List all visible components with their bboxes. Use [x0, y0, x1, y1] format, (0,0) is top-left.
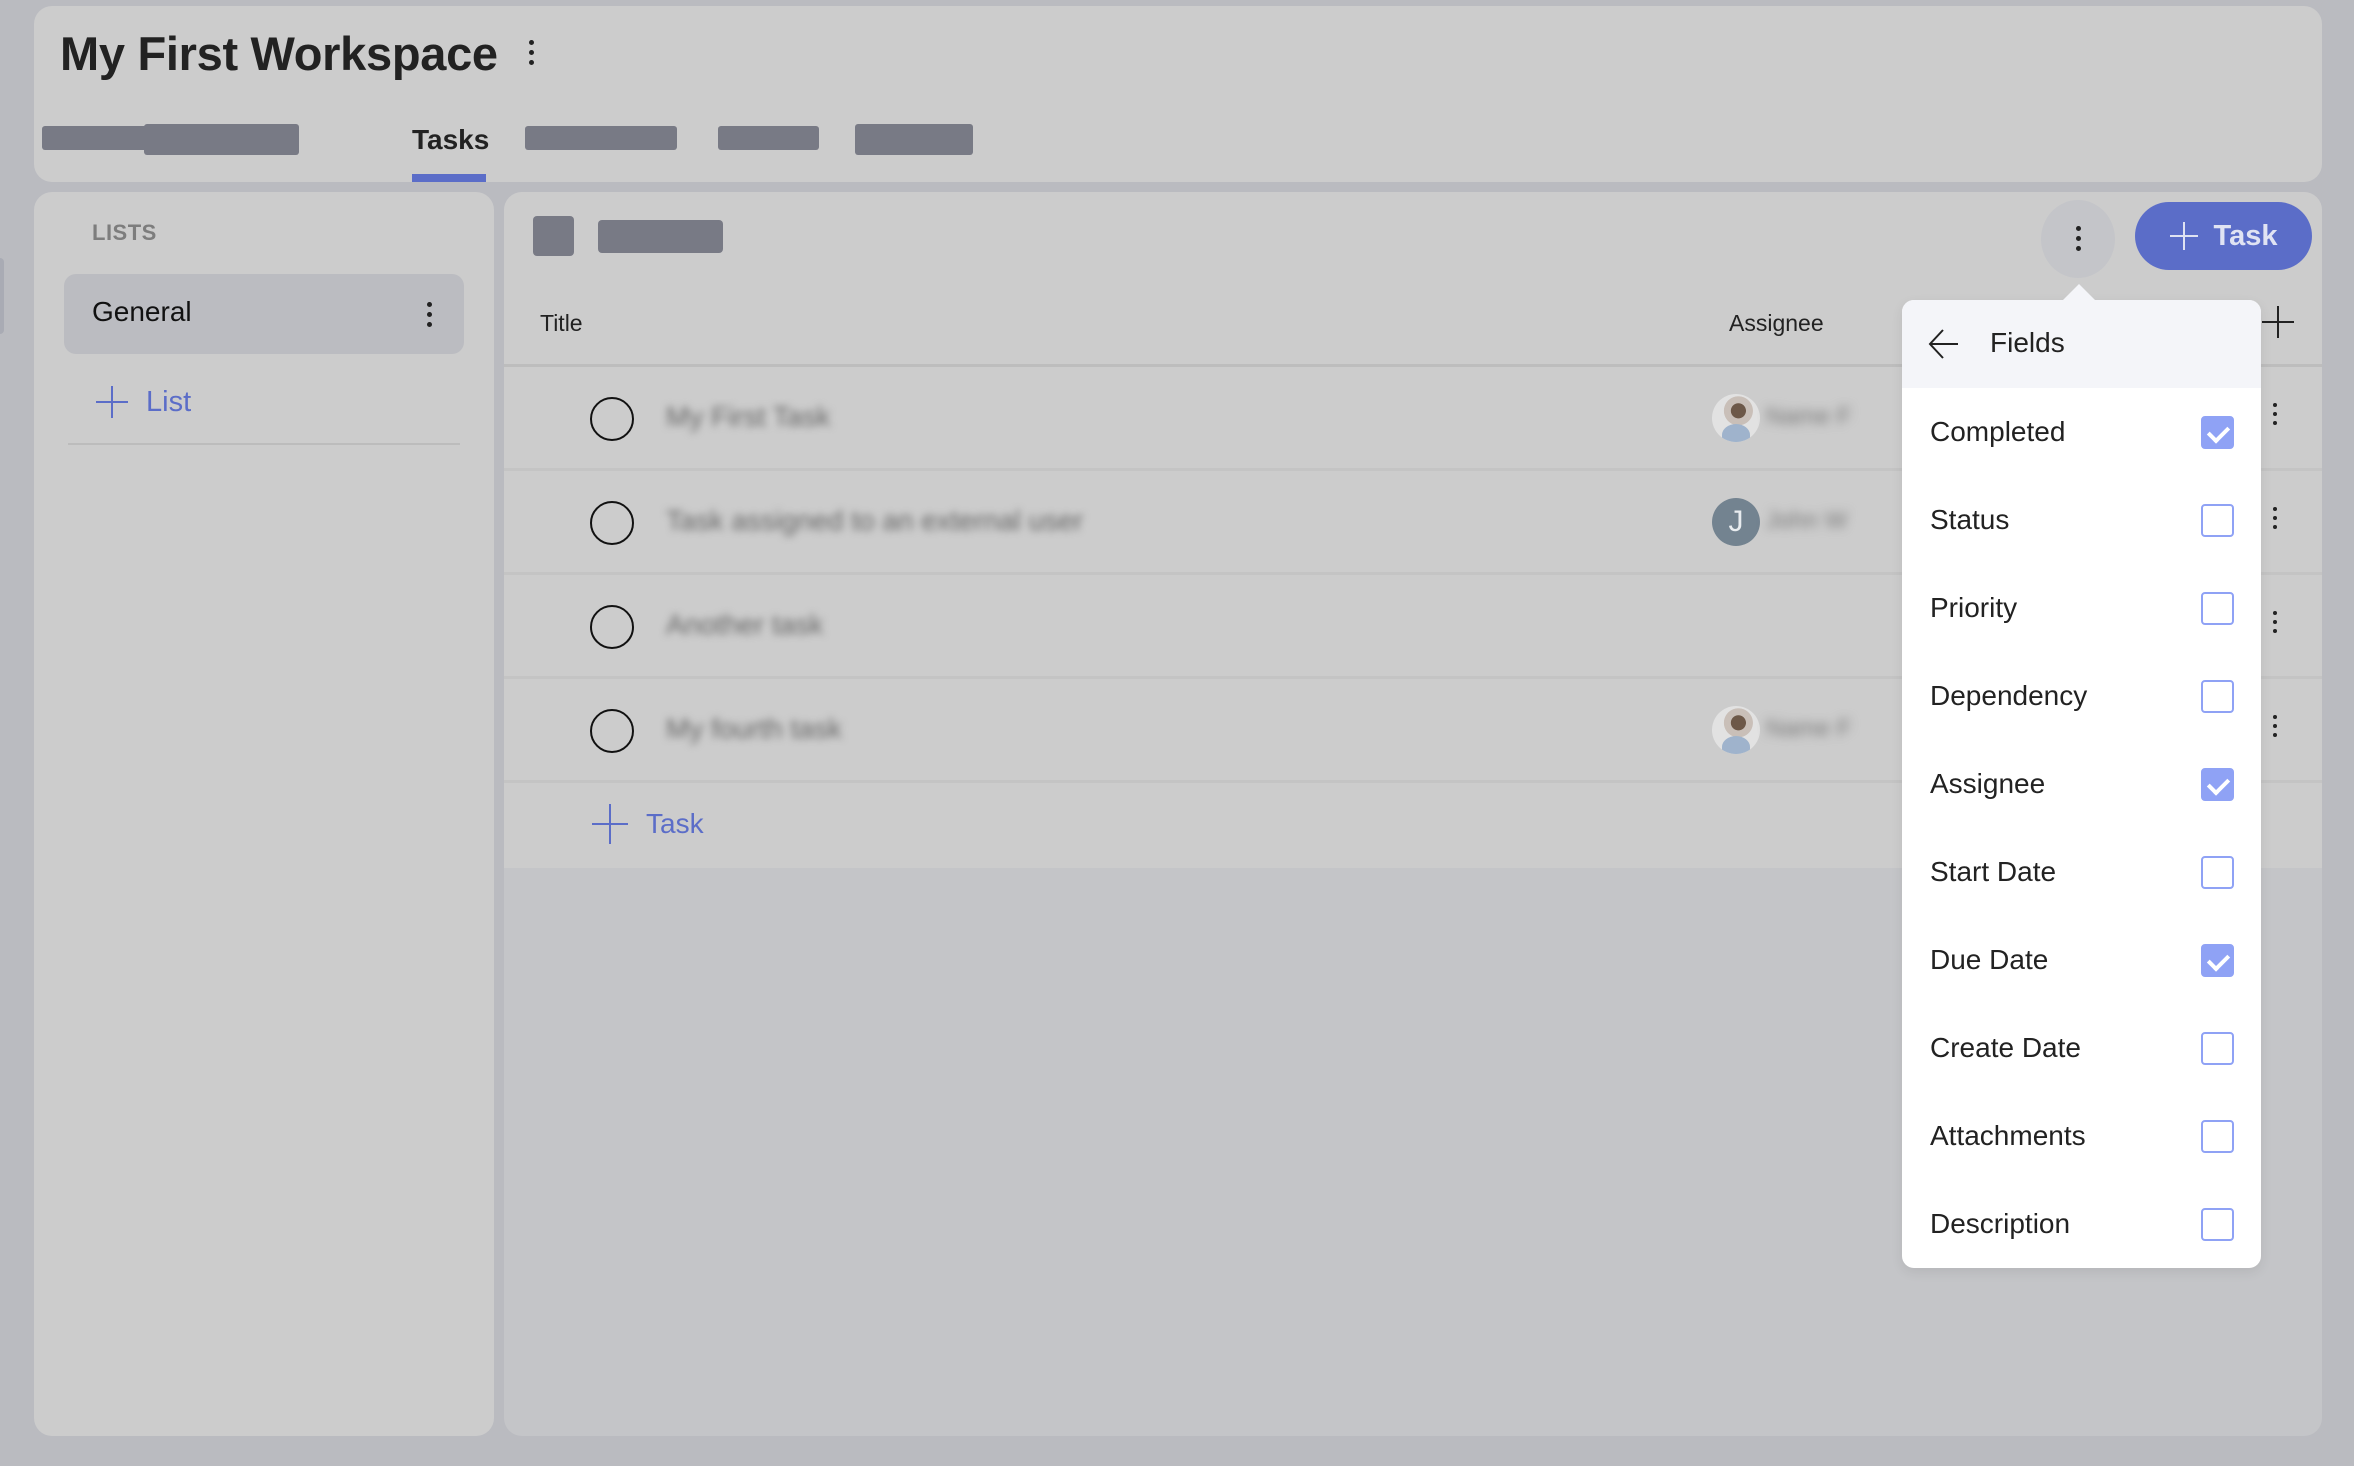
field-label: Description — [1930, 1208, 2071, 1239]
column-header-assignee[interactable]: Assignee — [1729, 310, 1824, 337]
field-option[interactable]: Attachments — [1902, 1092, 2261, 1180]
task-title[interactable]: Task assigned to an external user — [666, 505, 1083, 537]
add-list-button[interactable]: List — [96, 382, 191, 422]
add-list-label: List — [146, 385, 192, 418]
add-task-button[interactable]: Task — [2135, 202, 2312, 270]
workspace-header: My First Workspace Tasks — [34, 6, 2322, 182]
task-menu-button[interactable] — [2272, 611, 2278, 633]
more-vertical-icon — [2273, 715, 2277, 719]
assignee-avatar: J — [1712, 498, 1760, 546]
add-task-button-label: Task — [2213, 219, 2278, 252]
list-name-redacted — [598, 220, 723, 253]
assignee-name[interactable]: John W — [1766, 507, 1847, 535]
task-title[interactable]: Another task — [666, 609, 823, 641]
task-title[interactable]: My fourth task — [666, 713, 842, 745]
field-label: Status — [1930, 504, 2010, 535]
field-label: Completed — [1930, 416, 2066, 447]
field-option[interactable]: Due Date — [1902, 916, 2261, 1004]
more-vertical-icon — [2273, 403, 2277, 407]
plus-icon — [592, 804, 628, 844]
tab-redacted-1[interactable] — [42, 126, 160, 150]
complete-task-checkbox[interactable] — [590, 397, 634, 441]
sidebar-list-general[interactable]: General — [64, 274, 464, 354]
lists-section-label: LISTS — [92, 220, 157, 245]
more-vertical-icon — [426, 302, 432, 307]
field-option[interactable]: Assignee — [1902, 740, 2261, 828]
table-options-button[interactable] — [2041, 200, 2115, 278]
field-label: Dependency — [1930, 680, 2088, 711]
assignee-avatar — [1712, 394, 1760, 442]
plus-icon — [96, 386, 128, 418]
list-menu-button[interactable] — [426, 302, 432, 327]
field-option[interactable]: Start Date — [1902, 828, 2261, 916]
task-menu-button[interactable] — [2272, 715, 2278, 737]
add-column-button[interactable] — [2262, 306, 2294, 338]
add-task-inline-button[interactable]: Task — [592, 804, 704, 844]
task-menu-button[interactable] — [2272, 403, 2278, 425]
field-checkbox[interactable] — [2201, 1208, 2234, 1241]
assignee-name[interactable]: Name F — [1766, 403, 1851, 431]
workspace-menu-button[interactable] — [528, 40, 534, 65]
assignee-avatar — [1712, 706, 1760, 754]
field-label: Priority — [1930, 592, 2018, 623]
task-title[interactable]: My First Task — [666, 401, 830, 433]
field-checkbox[interactable] — [2201, 416, 2234, 449]
field-label: Due Date — [1930, 944, 2049, 975]
sidebar-divider — [68, 443, 460, 445]
list-label: General — [92, 296, 192, 327]
popover-title: Fields — [1990, 327, 2065, 358]
field-option[interactable]: Status — [1902, 476, 2261, 564]
field-option[interactable]: Create Date — [1902, 1004, 2261, 1092]
field-label: Attachments — [1930, 1120, 2086, 1151]
active-tab-indicator — [412, 174, 486, 182]
field-checkbox[interactable] — [2201, 768, 2234, 801]
field-label: Assignee — [1930, 768, 2046, 799]
list-icon-redacted — [533, 216, 574, 256]
tab-tasks[interactable]: Tasks — [412, 124, 489, 156]
assignee-name[interactable]: Name F — [1766, 715, 1851, 743]
popover-header: Fields — [1902, 300, 2261, 388]
popover-arrow — [2063, 284, 2095, 300]
column-header-title[interactable]: Title — [540, 310, 583, 337]
field-label: Create Date — [1930, 1032, 2081, 1063]
field-checkbox[interactable] — [2201, 1032, 2234, 1065]
field-checkbox[interactable] — [2201, 680, 2234, 713]
fields-popover: Fields Completed Status Priority Dependency… — [1902, 284, 2261, 1268]
field-checkbox[interactable] — [2201, 944, 2234, 977]
more-vertical-icon — [528, 40, 534, 45]
lists-sidebar: LISTS General List — [34, 192, 494, 1436]
field-checkbox[interactable] — [2201, 592, 2234, 625]
field-checkbox[interactable] — [2201, 1120, 2234, 1153]
tab-redacted-5[interactable] — [855, 124, 973, 155]
back-arrow-icon[interactable] — [1926, 326, 1962, 362]
task-menu-button[interactable] — [2272, 507, 2278, 529]
more-vertical-icon — [2075, 226, 2081, 231]
more-vertical-icon — [2273, 611, 2277, 615]
complete-task-checkbox[interactable] — [590, 709, 634, 753]
left-edge-handle[interactable] — [0, 258, 4, 334]
field-option[interactable]: Dependency — [1902, 652, 2261, 740]
field-checkbox[interactable] — [2201, 504, 2234, 537]
tab-redacted-4[interactable] — [718, 126, 819, 150]
more-vertical-icon — [2273, 507, 2277, 511]
field-label: Start Date — [1930, 856, 2057, 887]
tab-redacted-3[interactable] — [525, 126, 677, 150]
field-checkbox[interactable] — [2201, 856, 2234, 889]
plus-icon — [2169, 222, 2198, 250]
field-option[interactable]: Description — [1902, 1180, 2261, 1268]
add-task-inline-label: Task — [646, 808, 704, 839]
complete-task-checkbox[interactable] — [590, 501, 634, 545]
complete-task-checkbox[interactable] — [590, 605, 634, 649]
field-option[interactable]: Completed — [1902, 388, 2261, 476]
workspace-title: My First Workspace — [60, 27, 498, 80]
tab-redacted-2[interactable] — [144, 124, 299, 155]
field-option[interactable]: Priority — [1902, 564, 2261, 652]
